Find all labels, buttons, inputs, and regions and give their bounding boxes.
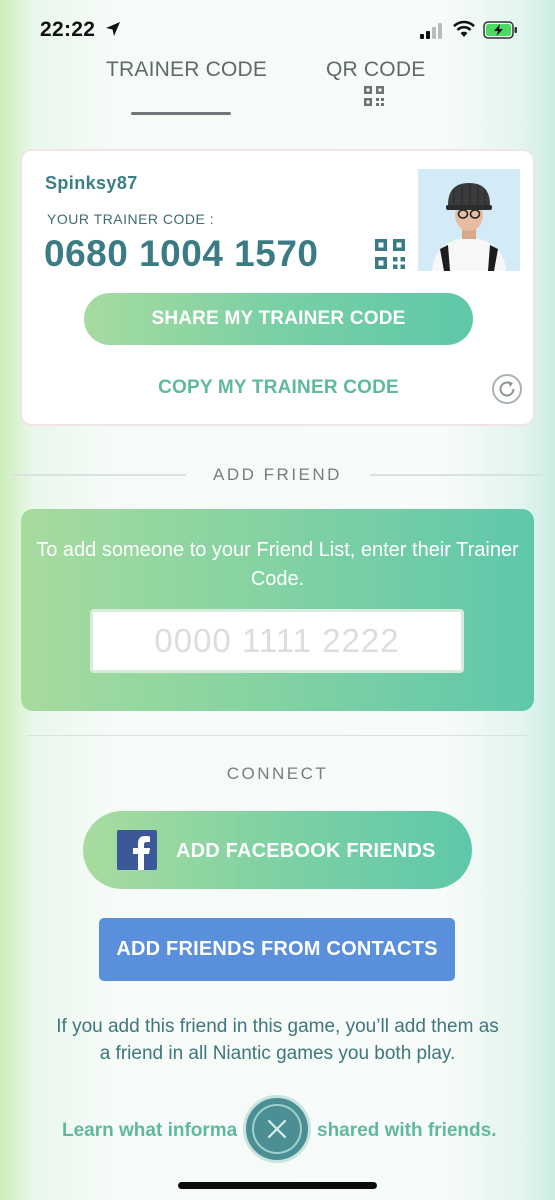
connect-title: CONNECT bbox=[226, 764, 329, 783]
avatar-figure bbox=[418, 169, 520, 271]
tab-qr-code[interactable]: QR CODE bbox=[326, 58, 425, 82]
qr-code-icon[interactable] bbox=[375, 239, 405, 269]
add-friend-instructions: To add someone to your Friend List, ente… bbox=[36, 539, 519, 590]
cellular-signal-icon bbox=[420, 23, 442, 39]
refresh-icon[interactable] bbox=[491, 373, 523, 405]
trainer-code-input[interactable] bbox=[90, 609, 464, 673]
home-indicator bbox=[178, 1182, 377, 1189]
close-button[interactable] bbox=[243, 1095, 311, 1163]
wifi-icon bbox=[453, 20, 475, 37]
add-friends-from-contacts-button[interactable]: ADD FRIENDS FROM CONTACTS bbox=[99, 918, 455, 981]
learn-more-text-left: Learn what informa bbox=[62, 1120, 238, 1141]
trainer-avatar[interactable] bbox=[418, 169, 520, 271]
location-arrow-icon bbox=[106, 22, 120, 36]
divider-connect bbox=[27, 735, 528, 736]
status-bar: 22:22 bbox=[0, 0, 555, 58]
trainer-code-label: YOUR TRAINER CODE : bbox=[47, 211, 215, 227]
tab-trainer-code[interactable]: TRAINER CODE bbox=[106, 58, 267, 82]
battery-charging-icon bbox=[483, 21, 517, 39]
niantic-friends-info: If you add this friend in this game, you… bbox=[56, 1016, 499, 1064]
facebook-button-label: ADD FACEBOOK FRIENDS bbox=[176, 840, 436, 862]
trainer-username: Spinksy87 bbox=[45, 173, 138, 193]
status-time: 22:22 bbox=[40, 18, 96, 41]
trainer-code-value: 0680 1004 1570 bbox=[44, 233, 319, 274]
trainer-code-card: Spinksy87 YOUR TRAINER CODE : 0680 1004 … bbox=[20, 149, 535, 426]
facebook-icon bbox=[117, 830, 157, 870]
add-friend-panel: To add someone to your Friend List, ente… bbox=[21, 509, 534, 711]
qr-code-icon[interactable] bbox=[364, 86, 384, 106]
add-facebook-friends-button[interactable]: ADD FACEBOOK FRIENDS bbox=[83, 811, 472, 889]
share-trainer-code-button[interactable]: SHARE MY TRAINER CODE bbox=[84, 293, 473, 345]
tab-selected-indicator bbox=[131, 112, 231, 115]
divider-right bbox=[370, 474, 542, 476]
copy-trainer-code-button[interactable]: COPY MY TRAINER CODE bbox=[22, 377, 535, 399]
learn-more-text-right: shared with friends. bbox=[317, 1120, 497, 1141]
close-icon bbox=[267, 1119, 287, 1139]
